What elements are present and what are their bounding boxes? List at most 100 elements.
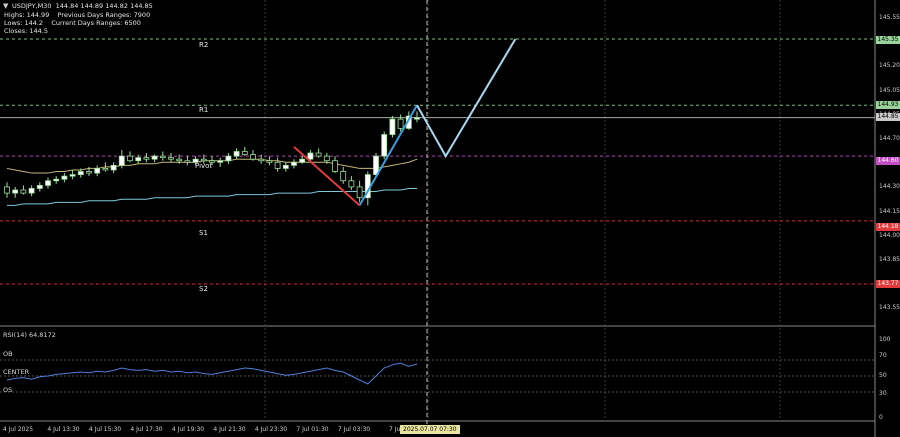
rsi-tick-0: 0	[879, 414, 883, 421]
candle-body	[28, 188, 35, 194]
price-axis-tick: 144.70	[879, 135, 900, 142]
price-axis-tick: 145.55	[879, 14, 900, 21]
candle-body	[151, 155, 158, 160]
candle-body	[20, 189, 27, 194]
time-axis-label: 4 Jul 19:30	[171, 426, 205, 433]
candle-body	[356, 186, 363, 199]
candle-body	[4, 186, 10, 194]
projection-line	[416, 38, 517, 159]
candle-body	[274, 161, 281, 169]
candle-body	[389, 118, 396, 135]
rsi-title: RSI(14) 64.8172	[3, 331, 56, 339]
rsi-ob-label: OB	[3, 350, 13, 358]
candle-body	[241, 151, 248, 155]
header-line-1: USDJPY,M30 144.84 144.89 144.82 144.85	[12, 3, 153, 10]
lows-label: Lows: 144.2	[4, 19, 44, 27]
time-axis-label: 4 Jul 13:30	[47, 426, 80, 433]
candle-body	[340, 171, 347, 182]
candle-body	[12, 189, 19, 194]
candle-body	[233, 151, 240, 157]
time-axis-label: 4 Jul 23:30	[254, 426, 288, 433]
time-axis-label: 4 Jul 2025	[2, 426, 34, 433]
candle-body	[315, 152, 322, 157]
price-chart[interactable]	[0, 0, 900, 437]
s1-price-tag: 144.18	[876, 223, 900, 231]
candle-body	[118, 155, 125, 166]
candle-body	[381, 134, 388, 157]
r2-label: R2	[199, 41, 209, 49]
price-axis-tick: 143.55	[879, 304, 900, 312]
candle-body	[414, 117, 420, 120]
rsi-tick-50: 50	[879, 372, 887, 379]
candle-body	[61, 175, 68, 180]
candle-body	[266, 160, 273, 163]
candle-body	[168, 157, 174, 160]
candle-body	[397, 118, 404, 129]
candle-body	[250, 154, 256, 160]
candle-body	[110, 164, 117, 171]
pivot-label: Pivot	[195, 162, 213, 170]
rsi-center-label: CENTER	[3, 368, 30, 376]
candle-body	[135, 157, 142, 162]
price-axis-tick: 145.05	[879, 86, 900, 94]
candle-body	[127, 155, 133, 162]
price-axis-tick: 143.85	[879, 256, 900, 263]
time-axis-label: 7 Jul 01:30	[296, 426, 329, 433]
collapse-arrow-icon[interactable]: ▼	[3, 2, 8, 10]
candle-body	[53, 178, 60, 182]
rsi-os-label: OS	[3, 386, 13, 394]
rsi-line	[6, 362, 418, 385]
s2-label: S2	[199, 285, 208, 293]
candle-body	[69, 174, 76, 177]
prev-range-label: Previous Days Ranges: 7900	[57, 11, 151, 19]
highs-label: Highs: 144.99	[4, 11, 50, 19]
candle-body	[217, 160, 224, 163]
time-axis-label: 4 Jul 17:30	[130, 426, 163, 433]
s1-label: S1	[199, 229, 208, 237]
rsi-tick-70: 70	[879, 352, 887, 359]
candle-body	[94, 168, 101, 174]
candle-body	[143, 157, 150, 160]
candle-body	[282, 164, 289, 169]
price-axis-tick: 144.15	[879, 207, 900, 215]
symbol-label: USDJPY,M30	[12, 2, 52, 10]
candle-body	[159, 155, 166, 159]
time-axis-label: 4 Jul 15:30	[88, 426, 122, 433]
candle-body	[102, 168, 109, 171]
candle-body	[225, 155, 232, 162]
candle-body	[258, 158, 265, 162]
r1-price-tag: 144.93	[876, 101, 900, 109]
candle-body	[77, 171, 84, 175]
candle-body	[184, 160, 191, 163]
closes-label: Closes: 144.5	[4, 27, 48, 35]
candle-body	[36, 184, 43, 189]
candle-body	[291, 161, 297, 166]
header-line-3: Lows: 144.2 Current Days Ranges: 6500	[4, 20, 141, 27]
r2-price-tag: 145.35	[876, 36, 900, 44]
candle-body	[45, 180, 51, 186]
header-line-2: Highs: 144.99 Previous Days Ranges: 7900	[4, 12, 150, 19]
current-price-tag: 144.85	[876, 113, 900, 121]
candle-body	[323, 155, 330, 162]
time-axis-label: 7 Jul 03:30	[337, 426, 371, 433]
candle-body	[348, 180, 355, 188]
ohlc-label: 144.84 144.89 144.82 144.85	[55, 2, 153, 10]
candle-body	[307, 152, 314, 160]
r1-label: R1	[199, 106, 209, 114]
chart-window[interactable]: ▼ USDJPY,M30 144.84 144.89 144.82 144.85…	[0, 0, 900, 437]
candle-body	[176, 158, 183, 162]
price-axis-tick: 144.00	[879, 231, 900, 239]
time-crosshair-label: 2025.07.07 07:30	[400, 425, 460, 434]
pivot-price-tag: 144.60	[876, 157, 900, 165]
price-axis-tick: 145.20	[879, 62, 900, 70]
rsi-tick-30: 30	[879, 390, 887, 397]
rsi-tick-100: 100	[879, 336, 891, 343]
s2-price-tag: 143.77	[876, 280, 900, 288]
header-line-4: Closes: 144.5	[4, 28, 48, 35]
curr-range-label: Current Days Ranges: 6500	[51, 19, 141, 27]
candle-body	[200, 158, 207, 162]
price-axis-tick: 144.30	[879, 183, 900, 191]
time-axis-label: 4 Jul 21:30	[213, 426, 246, 433]
candle-body	[332, 160, 338, 172]
candle-body	[86, 171, 92, 174]
